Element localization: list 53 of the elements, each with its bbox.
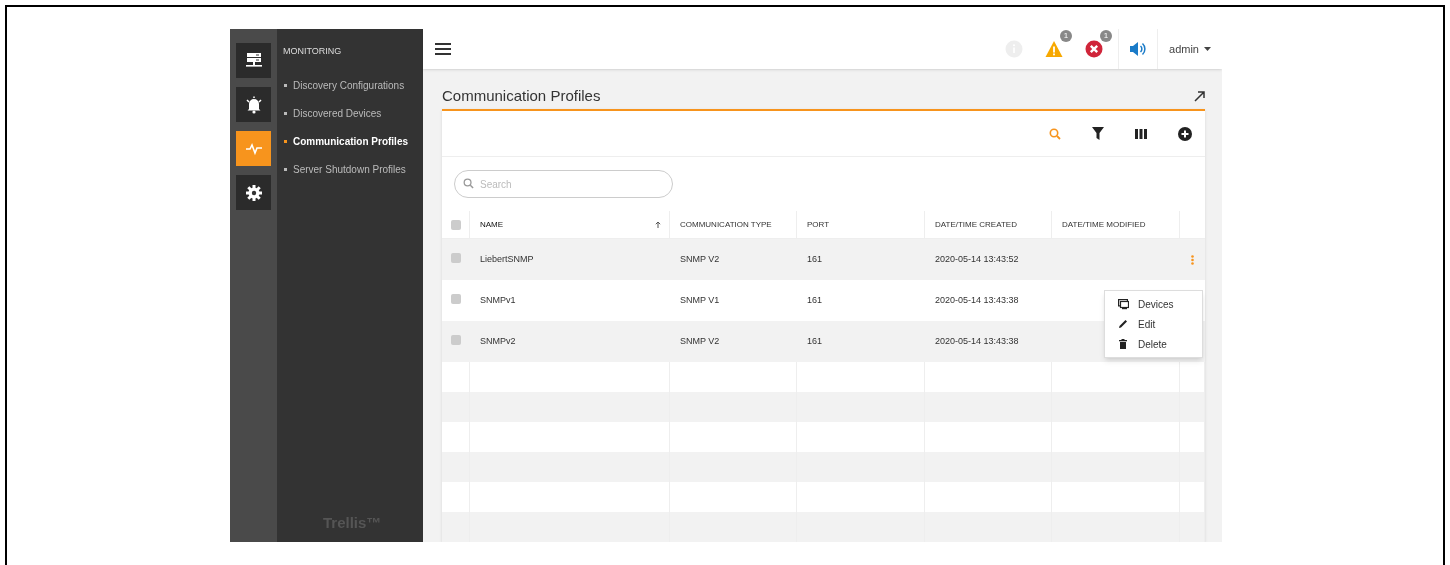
table-cell-text: SNMPv1: [480, 293, 516, 307]
error-icon[interactable]: [1085, 40, 1104, 59]
monitor-icon: [1118, 298, 1129, 310]
add-icon[interactable]: [1178, 126, 1192, 141]
table-cell-text: SNMP V2: [680, 334, 720, 348]
nav-item[interactable]: Communication Profiles: [284, 127, 423, 156]
column-header[interactable]: DATE/TIME CREATED: [935, 218, 1017, 231]
user-menu[interactable]: admin: [1158, 29, 1222, 70]
bell-icon: [244, 95, 263, 114]
expand-icon[interactable]: [1194, 90, 1205, 102]
sort-arrow-icon[interactable]: [655, 221, 661, 228]
table-cell-text: 161: [807, 293, 823, 307]
rail-button[interactable]: [236, 175, 271, 210]
row-checkbox[interactable]: [451, 253, 461, 263]
table-cell-text: SNMPv2: [480, 334, 516, 348]
speaker-icon[interactable]: [1129, 40, 1148, 59]
search-icon: [463, 178, 474, 189]
count-badge: 1: [1060, 30, 1073, 43]
filter-icon[interactable]: [1092, 127, 1104, 140]
nav-heading: MONITORING: [283, 45, 343, 58]
trash-icon: [1118, 338, 1129, 350]
search-field[interactable]: Search: [454, 170, 673, 198]
menu-item[interactable]: Edit: [1105, 314, 1202, 334]
menu-item[interactable]: Devices: [1105, 294, 1202, 314]
page-title: Communication Profiles: [442, 85, 601, 106]
row-checkbox[interactable]: [451, 294, 461, 304]
table-cell-text: 2020-05-14 13:43:38: [935, 293, 1019, 307]
menu-item[interactable]: Delete: [1105, 334, 1202, 354]
pencil-icon: [1118, 318, 1129, 330]
table-cell-text: SNMP V1: [680, 293, 720, 307]
table-cell-text: LiebertSNMP: [480, 252, 534, 266]
table-cell-text: 161: [807, 252, 823, 266]
column-header[interactable]: COMMUNICATION TYPE: [680, 218, 772, 231]
row-checkbox[interactable]: [451, 335, 461, 345]
nav-item[interactable]: Server Shutdown Profiles: [284, 155, 423, 184]
column-header[interactable]: PORT: [807, 218, 830, 231]
rail-button[interactable]: [236, 43, 271, 78]
columns-icon[interactable]: [1135, 128, 1147, 139]
gear-icon: [244, 183, 263, 202]
menu-icon[interactable]: [435, 43, 451, 56]
nav-item[interactable]: Discovery Configurations: [284, 71, 423, 100]
table-cell-text: 161: [807, 334, 823, 348]
table-cell-text: 2020-05-14 13:43:52: [935, 252, 1019, 266]
select-all-checkbox[interactable]: [450, 219, 461, 230]
table-cell-text: SNMP V2: [680, 252, 720, 266]
nav-item[interactable]: Discovered Devices: [284, 99, 423, 128]
column-header[interactable]: DATE/TIME MODIFIED: [1062, 218, 1146, 231]
server-icon: [244, 51, 263, 70]
count-badge: 1: [1100, 30, 1113, 43]
column-header[interactable]: NAME: [480, 218, 504, 231]
table-cell-text: 2020-05-14 13:43:38: [935, 334, 1019, 348]
caret-icon: [1204, 47, 1211, 52]
rail-button[interactable]: [236, 87, 271, 122]
